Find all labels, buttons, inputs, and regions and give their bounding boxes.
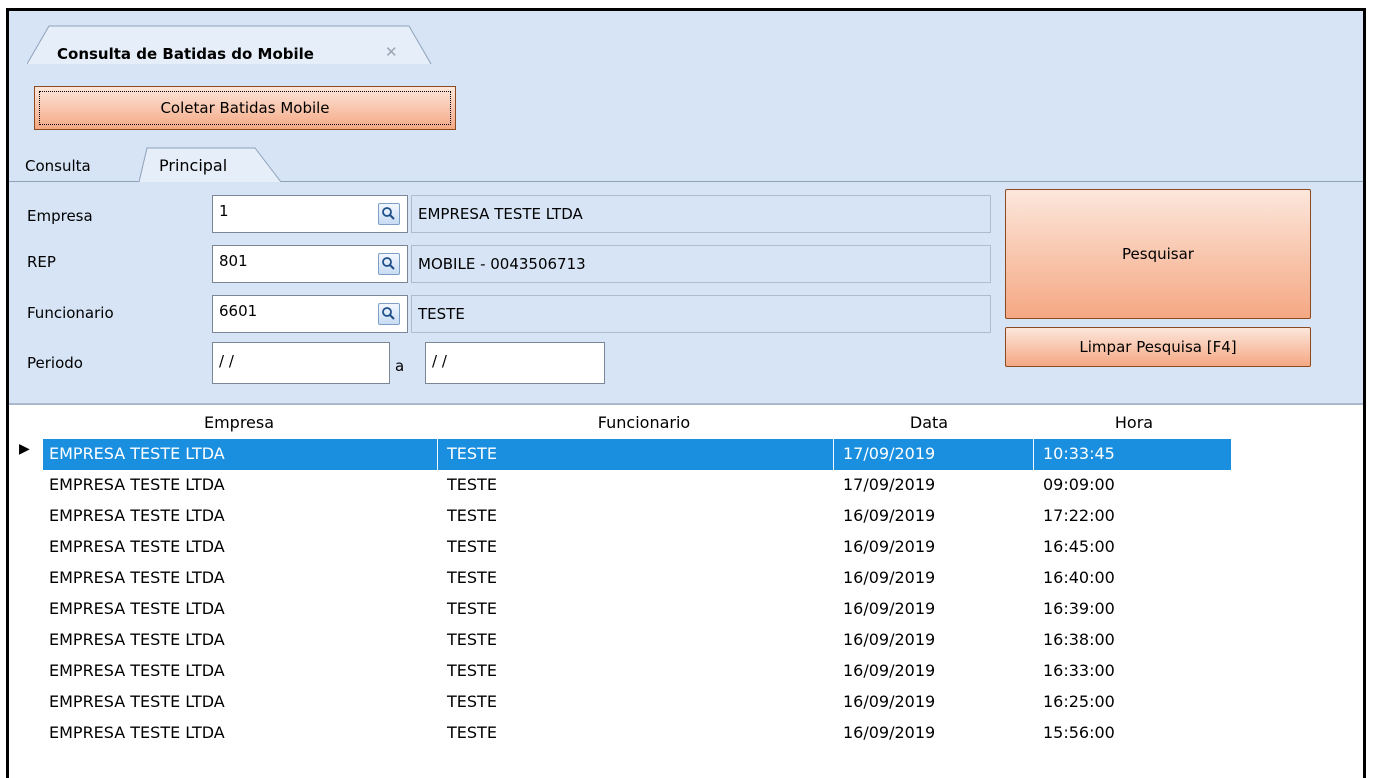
cell-data: 16/09/2019	[843, 568, 936, 587]
cell-empresa: EMPRESA TESTE LTDA	[49, 723, 225, 742]
rep-label: REP	[27, 253, 56, 271]
cell-funcionario: TESTE	[447, 537, 497, 556]
document-tab-title: Consulta de Batidas do Mobile	[57, 45, 314, 63]
periodo-label: Periodo	[27, 354, 83, 372]
cell-data: 16/09/2019	[843, 506, 936, 525]
rep-search-icon[interactable]	[378, 253, 400, 275]
cell-empresa: EMPRESA TESTE LTDA	[49, 661, 225, 680]
cell-empresa: EMPRESA TESTE LTDA	[49, 630, 225, 649]
cell-hora: 09:09:00	[1043, 475, 1115, 494]
funcionario-search-icon[interactable]	[378, 303, 400, 325]
table-row[interactable]: EMPRESA TESTE LTDA TESTE 16/09/2019 17:2…	[43, 501, 1231, 532]
cell-data: 16/09/2019	[843, 723, 936, 742]
pesquisar-label: Pesquisar	[1122, 245, 1194, 263]
cell-data: 16/09/2019	[843, 661, 936, 680]
table-row[interactable]: EMPRESA TESTE LTDA TESTE 17/09/2019 10:3…	[43, 439, 1231, 470]
table-row[interactable]: EMPRESA TESTE LTDA TESTE 16/09/2019 16:3…	[43, 594, 1231, 625]
cell-empresa: EMPRESA TESTE LTDA	[49, 444, 225, 463]
cell-data: 16/09/2019	[843, 630, 936, 649]
periodo-separator: a	[395, 357, 405, 375]
filter-panel: Consulta de Batidas do Mobile ✕ Coletar …	[9, 11, 1363, 405]
cell-data: 16/09/2019	[843, 692, 936, 711]
column-header-hora[interactable]: Hora	[1094, 413, 1174, 432]
cell-empresa: EMPRESA TESTE LTDA	[49, 599, 225, 618]
table-row[interactable]: EMPRESA TESTE LTDA TESTE 16/09/2019 16:3…	[43, 625, 1231, 656]
cell-hora: 16:38:00	[1043, 630, 1115, 649]
empresa-label: Empresa	[27, 207, 93, 225]
limpar-pesquisa-label: Limpar Pesquisa [F4]	[1079, 338, 1237, 356]
column-separator	[833, 439, 834, 470]
cell-hora: 17:22:00	[1043, 506, 1115, 525]
cell-empresa: EMPRESA TESTE LTDA	[49, 568, 225, 587]
cell-funcionario: TESTE	[447, 475, 497, 494]
row-indicator-icon: ▶	[19, 441, 30, 457]
cell-hora: 16:33:00	[1043, 661, 1115, 680]
cell-funcionario: TESTE	[447, 506, 497, 525]
window-frame: Consulta de Batidas do Mobile ✕ Coletar …	[6, 8, 1366, 778]
limpar-pesquisa-button[interactable]: Limpar Pesquisa [F4]	[1005, 327, 1311, 367]
column-header-funcionario[interactable]: Funcionario	[589, 413, 699, 432]
close-icon[interactable]: ✕	[385, 43, 398, 61]
cell-hora: 16:39:00	[1043, 599, 1115, 618]
cell-hora: 16:40:00	[1043, 568, 1115, 587]
cell-data: 16/09/2019	[843, 537, 936, 556]
cell-funcionario: TESTE	[447, 599, 497, 618]
cell-funcionario: TESTE	[447, 444, 497, 463]
cell-hora: 10:33:45	[1043, 444, 1115, 463]
column-separator	[437, 439, 438, 470]
periodo-to-input[interactable]: / /	[425, 342, 605, 384]
cell-funcionario: TESTE	[447, 568, 497, 587]
cell-hora: 15:56:00	[1043, 723, 1115, 742]
cell-empresa: EMPRESA TESTE LTDA	[49, 537, 225, 556]
table-row[interactable]: EMPRESA TESTE LTDA TESTE 16/09/2019 16:2…	[43, 687, 1231, 718]
table-row[interactable]: EMPRESA TESTE LTDA TESTE 16/09/2019 16:4…	[43, 563, 1231, 594]
table-row[interactable]: EMPRESA TESTE LTDA TESTE 16/09/2019 15:5…	[43, 718, 1231, 749]
rep-description: MOBILE - 0043506713	[411, 245, 991, 283]
column-header-data[interactable]: Data	[889, 413, 969, 432]
cell-funcionario: TESTE	[447, 723, 497, 742]
periodo-from-input[interactable]: / /	[212, 342, 390, 384]
cell-funcionario: TESTE	[447, 630, 497, 649]
table-row[interactable]: EMPRESA TESTE LTDA TESTE 16/09/2019 16:4…	[43, 532, 1231, 563]
tab-principal-label: Principal	[159, 156, 228, 175]
funcionario-label: Funcionario	[27, 304, 114, 322]
cell-empresa: EMPRESA TESTE LTDA	[49, 506, 225, 525]
cell-funcionario: TESTE	[447, 661, 497, 680]
column-header-empresa[interactable]: Empresa	[199, 413, 279, 432]
table-row[interactable]: EMPRESA TESTE LTDA TESTE 17/09/2019 09:0…	[43, 470, 1231, 501]
cell-data: 16/09/2019	[843, 599, 936, 618]
cell-data: 17/09/2019	[843, 475, 936, 494]
cell-hora: 16:25:00	[1043, 692, 1115, 711]
cell-empresa: EMPRESA TESTE LTDA	[49, 475, 225, 494]
cell-funcionario: TESTE	[447, 692, 497, 711]
table-row[interactable]: EMPRESA TESTE LTDA TESTE 16/09/2019 16:3…	[43, 656, 1231, 687]
column-separator	[1033, 439, 1034, 470]
pesquisar-button[interactable]: Pesquisar	[1005, 189, 1311, 319]
cell-data: 17/09/2019	[843, 444, 936, 463]
empresa-description: EMPRESA TESTE LTDA	[411, 195, 991, 233]
document-tab[interactable]: Consulta de Batidas do Mobile ✕	[27, 23, 432, 65]
tab-principal[interactable]: Principal	[139, 146, 284, 183]
focus-ring	[39, 91, 451, 125]
cell-empresa: EMPRESA TESTE LTDA	[49, 692, 225, 711]
empresa-search-icon[interactable]	[378, 203, 400, 225]
coletar-batidas-button[interactable]: Coletar Batidas Mobile	[34, 86, 456, 130]
tab-consulta[interactable]: Consulta	[21, 157, 95, 175]
cell-hora: 16:45:00	[1043, 537, 1115, 556]
funcionario-description: TESTE	[411, 295, 991, 333]
